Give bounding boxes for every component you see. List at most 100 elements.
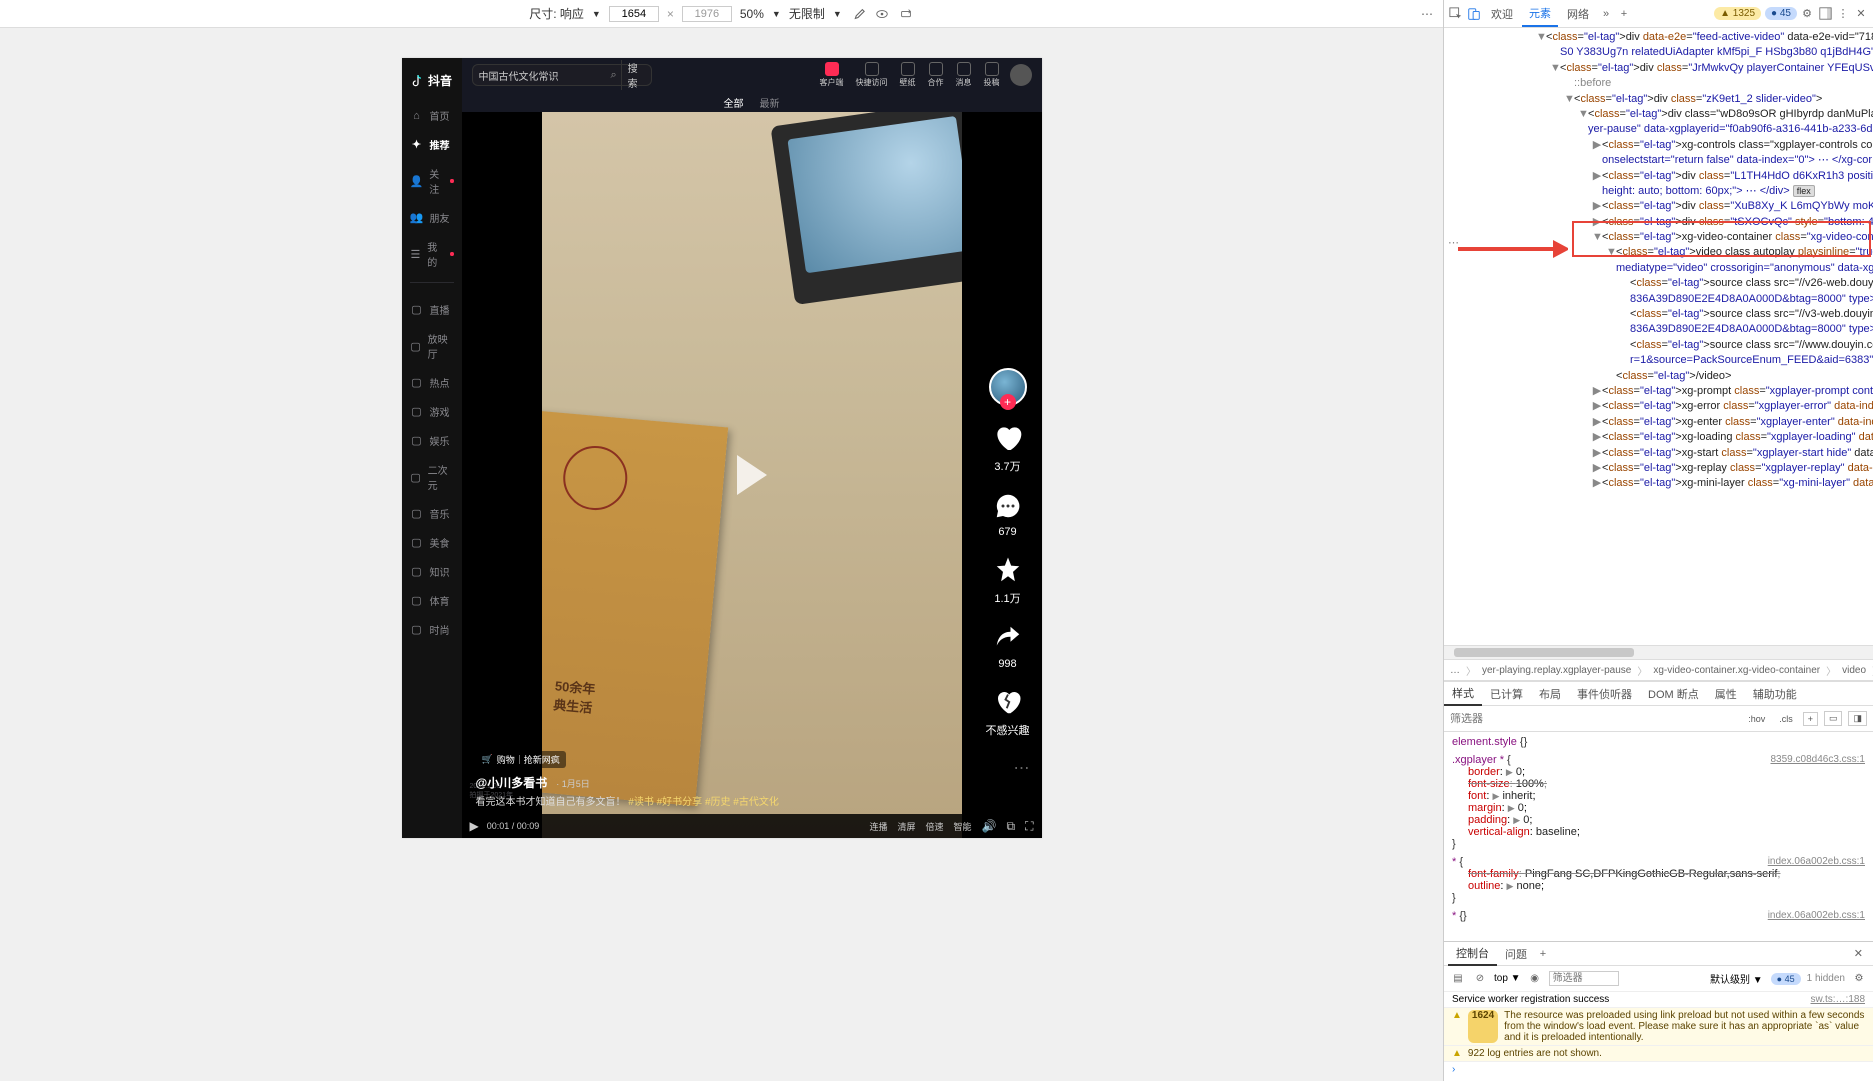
breadcrumb-item[interactable]: xg-video-container.xg-video-container: [1653, 665, 1820, 676]
console-info-badge[interactable]: ● 45: [1771, 973, 1801, 985]
toggle-panel-icon[interactable]: ◨: [1848, 711, 1867, 726]
log-source[interactable]: sw.ts:…:188: [1811, 994, 1865, 1005]
css-rule[interactable]: element.style {}: [1452, 736, 1865, 748]
sidebar-category[interactable]: ▢娱乐: [402, 426, 462, 455]
inspect-icon[interactable]: [1448, 6, 1464, 22]
sidebar-toggle-icon[interactable]: ▤: [1450, 971, 1466, 987]
topnav-item[interactable]: 合作: [928, 62, 944, 88]
continuous-play[interactable]: 连播: [870, 820, 888, 833]
dislike-button[interactable]: 不感兴趣: [986, 684, 1030, 738]
tab-network[interactable]: 网络: [1560, 2, 1596, 26]
new-tab-icon[interactable]: +: [1616, 6, 1632, 22]
element-line[interactable]: 836A39D890E2E4D8A0A000D&btag=8000" type>…: [1446, 292, 1871, 307]
element-line[interactable]: ▶<class="el-tag">div class="XuB8Xy_K L6m…: [1446, 199, 1871, 214]
shop-tag[interactable]: 🛒 购物｜抢新网疯: [476, 751, 566, 768]
sidebar-category[interactable]: ▢游戏: [402, 397, 462, 426]
element-line[interactable]: onselectstart="return false" data-index=…: [1446, 153, 1871, 168]
more-tabs-icon[interactable]: »: [1598, 6, 1614, 22]
topnav-item[interactable]: 投稿: [984, 62, 1000, 88]
sidebar-category[interactable]: ▢放映厅: [402, 324, 462, 368]
sidebar-category[interactable]: ▢时尚: [402, 615, 462, 644]
context-select[interactable]: top ▼: [1494, 973, 1521, 984]
close-devtools-icon[interactable]: ✕: [1853, 6, 1869, 22]
log-level-select[interactable]: 默认级别 ▼: [1710, 971, 1763, 986]
element-line[interactable]: ▶<class="el-tag">xg-replay class="xgplay…: [1446, 461, 1871, 476]
share-button[interactable]: 998: [990, 620, 1026, 670]
favorite-button[interactable]: 1.1万: [990, 552, 1026, 606]
element-line[interactable]: ▶<class="el-tag">xg-loading class="xgpla…: [1446, 430, 1871, 445]
add-tab-icon[interactable]: +: [1535, 946, 1551, 962]
sidebar-category[interactable]: ▢二次元: [402, 455, 462, 499]
clear-screen[interactable]: 清屏: [898, 820, 916, 833]
tab-elements[interactable]: 元素: [1522, 1, 1558, 27]
throttle-select[interactable]: 无限制: [789, 5, 825, 22]
topnav-item[interactable]: 快捷访问: [856, 62, 888, 88]
search-input[interactable]: [479, 70, 611, 81]
sidebar-category[interactable]: ▢直播: [402, 295, 462, 324]
styles-subtab[interactable]: DOM 断点: [1640, 683, 1707, 705]
elements-tree[interactable]: ⋯ ▼<class="el-tag">div data-e2e="feed-ac…: [1444, 28, 1873, 645]
sidebar-item-home[interactable]: ⌂首页: [402, 101, 462, 130]
element-line[interactable]: ▶<class="el-tag">xg-start class="xgplaye…: [1446, 446, 1871, 461]
warning-badge[interactable]: ▲ 1325: [1714, 7, 1761, 20]
quality-select[interactable]: 智能: [954, 820, 972, 833]
user-avatar[interactable]: [1010, 64, 1032, 86]
element-line[interactable]: ▶<class="el-tag">xg-mini-layer class="xg…: [1446, 476, 1871, 491]
styles-subtab[interactable]: 事件侦听器: [1569, 683, 1640, 705]
height-input[interactable]: [682, 6, 732, 22]
settings-icon[interactable]: ⚙: [1799, 6, 1815, 22]
css-rule[interactable]: * {index.06a002eb.css:1font-family: Ping…: [1452, 856, 1865, 904]
play-icon[interactable]: ▶: [470, 819, 479, 833]
fullscreen-icon[interactable]: ⛶: [1025, 819, 1033, 834]
volume-icon[interactable]: 🔊: [982, 819, 997, 833]
element-line[interactable]: <class="el-tag">source class src="//www.…: [1446, 338, 1871, 353]
tab-welcome[interactable]: 欢迎: [1484, 2, 1520, 26]
search-icon[interactable]: ⌕: [611, 69, 617, 82]
element-line[interactable]: <class="el-tag">source class src="//v26-…: [1446, 276, 1871, 291]
element-line[interactable]: ▶<class="el-tag">xg-error class="xgplaye…: [1446, 399, 1871, 414]
tab-issues[interactable]: 问题: [1497, 943, 1535, 965]
element-line[interactable]: ▶<class="el-tag">xg-prompt class="xgplay…: [1446, 384, 1871, 399]
douyin-logo[interactable]: 抖音: [402, 66, 462, 95]
sidebar-category[interactable]: ▢音乐: [402, 499, 462, 528]
sidebar-item-recommend[interactable]: ✦推荐: [402, 130, 462, 159]
styles-body[interactable]: element.style {}.xgplayer * {8359.c08d46…: [1444, 732, 1873, 941]
styles-subtab[interactable]: 属性: [1707, 683, 1745, 705]
element-line[interactable]: yer-pause" data-xgplayerid="f0ab90f6-a31…: [1446, 122, 1871, 137]
styles-filter-input[interactable]: [1450, 713, 1738, 725]
tab-console[interactable]: 控制台: [1448, 942, 1497, 966]
css-source-link[interactable]: index.06a002eb.css:1: [1768, 910, 1865, 921]
menu-icon[interactable]: ⋮: [1835, 6, 1851, 22]
elements-breadcrumb[interactable]: …〉yer-playing.replay.xgplayer-pause〉xg-v…: [1444, 659, 1873, 681]
console-filter-input[interactable]: [1549, 971, 1619, 986]
hov-toggle[interactable]: :hov: [1744, 713, 1769, 725]
element-line[interactable]: ▼<class="el-tag">video class autoplay pl…: [1446, 245, 1871, 260]
video-more-icon[interactable]: ⋯: [1014, 758, 1030, 778]
element-line[interactable]: height: auto; bottom: 60px;"> ⋯ </div> f…: [1446, 184, 1871, 199]
sidebar-category[interactable]: ▢体育: [402, 586, 462, 615]
element-line[interactable]: ▶<class="el-tag">div class="tSXOCvQc" st…: [1446, 215, 1871, 230]
sidebar-category[interactable]: ▢美食: [402, 528, 462, 557]
element-line[interactable]: ▼<class="el-tag">xg-video-container clas…: [1446, 230, 1871, 245]
tab-all[interactable]: 全部: [724, 95, 744, 110]
pip-icon[interactable]: ⧉: [1007, 819, 1016, 834]
console-log-line[interactable]: ▲1624The resource was preloaded using li…: [1444, 1008, 1873, 1046]
tab-latest[interactable]: 最新: [760, 95, 780, 110]
styles-subtab[interactable]: 布局: [1531, 683, 1569, 705]
element-line[interactable]: ▶<class="el-tag">div class="L1TH4HdO d6K…: [1446, 169, 1871, 184]
element-line[interactable]: 836A39D890E2E4D8A0A000D&btag=8000" type>: [1446, 322, 1871, 337]
element-line[interactable]: mediatype="video" crossorigin="anonymous…: [1446, 261, 1871, 276]
console-log-line[interactable]: Service worker registration successsw.ts…: [1444, 992, 1873, 1008]
eyedropper-icon[interactable]: [850, 6, 866, 22]
topnav-item[interactable]: 消息: [956, 62, 972, 88]
breadcrumb-item[interactable]: …: [1450, 665, 1460, 676]
console-log-line[interactable]: ▲922 log entries are not shown.: [1444, 1046, 1873, 1062]
zoom-select[interactable]: 50%: [740, 7, 764, 21]
info-badge[interactable]: ● 45: [1765, 7, 1797, 20]
width-input[interactable]: [609, 6, 659, 22]
device-toggle-icon[interactable]: [1466, 6, 1482, 22]
video-frame[interactable]: 50余年 典生活: [542, 112, 962, 838]
topnav-item[interactable]: 壁纸: [900, 62, 916, 88]
dock-icon[interactable]: [1817, 6, 1833, 22]
css-source-link[interactable]: 8359.c08d46c3.css:1: [1770, 754, 1865, 765]
